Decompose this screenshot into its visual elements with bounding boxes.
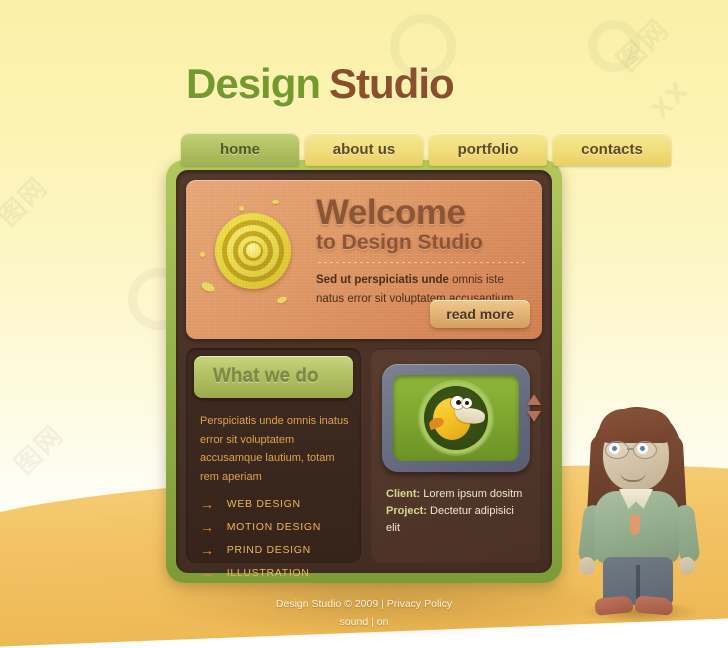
nav-tab-about-us[interactable]: about us bbox=[305, 133, 423, 166]
service-item-prind-design[interactable]: → PRIND DESIGN bbox=[200, 543, 353, 557]
showcase-meta: Client: Lorem ipsum dositm Project: Dect… bbox=[382, 486, 530, 537]
nav-tab-portfolio[interactable]: portfolio bbox=[429, 133, 547, 166]
service-label: WEB DESIGN bbox=[226, 497, 301, 510]
service-label: MOTION DESIGN bbox=[226, 520, 321, 533]
main-navigation: home about us portfolio contacts bbox=[181, 133, 671, 166]
character-sweater-logo bbox=[630, 515, 640, 535]
footer-copyright[interactable]: Design Studio © 2009 | Privacy Policy bbox=[0, 595, 728, 613]
arrow-right-icon: → bbox=[200, 564, 215, 581]
nav-tab-contacts[interactable]: contacts bbox=[553, 133, 671, 166]
glasses-lens-left bbox=[605, 441, 629, 459]
content-frame: Welcome to Design Studio Sed ut perspici… bbox=[166, 160, 562, 583]
welcome-heading-line1: Welcome bbox=[316, 193, 466, 232]
lower-row: What we do Perspiciatis unde omnis inatu… bbox=[186, 348, 542, 580]
showcase-client-row: Client: Lorem ipsum dositm bbox=[386, 486, 530, 503]
page-footer: Design Studio © 2009 | Privacy Policy so… bbox=[0, 595, 728, 632]
spiral-icon bbox=[199, 213, 291, 305]
read-more-button[interactable]: read more bbox=[430, 300, 530, 328]
tv-frame bbox=[382, 364, 541, 472]
project-label: Project: bbox=[386, 505, 427, 518]
watermark-spiral-4 bbox=[588, 20, 640, 72]
service-item-motion-design[interactable]: → MOTION DESIGN bbox=[200, 520, 353, 534]
character-hand-right bbox=[679, 557, 695, 575]
client-label: Client: bbox=[386, 488, 421, 500]
site-title-design: Design bbox=[186, 60, 321, 107]
crumb-decoration-2 bbox=[272, 200, 279, 204]
glasses-icon bbox=[600, 441, 672, 459]
content-frame-inner: Welcome to Design Studio Sed ut perspici… bbox=[176, 170, 552, 580]
glasses-lens-right bbox=[633, 441, 657, 459]
service-item-illustration[interactable]: → ILLUSTRATION bbox=[200, 566, 353, 580]
tv-screen bbox=[393, 375, 519, 461]
character-hand-left bbox=[579, 557, 595, 575]
crumb-decoration-3 bbox=[200, 252, 205, 257]
arrow-right-icon: → bbox=[200, 541, 215, 558]
arrow-right-icon: → bbox=[200, 495, 215, 512]
character-hair-top bbox=[599, 409, 673, 443]
site-title: Design Studio bbox=[186, 60, 455, 107]
showcase-project-row: Project: Dectetur adipisici elit bbox=[386, 503, 530, 537]
watermark-text-2: XX bbox=[646, 75, 695, 125]
what-we-do-heading: What we do bbox=[194, 356, 353, 398]
arrow-right-icon: → bbox=[200, 518, 215, 535]
watermark-spiral-3 bbox=[108, 518, 170, 580]
showcase-panel: Client: Lorem ipsum dositm Project: Dect… bbox=[370, 348, 542, 563]
bird-eye-right bbox=[462, 398, 472, 408]
tv-controls bbox=[527, 394, 541, 422]
service-label: ILLUSTRATION bbox=[226, 566, 310, 579]
service-label: PRIND DESIGN bbox=[226, 543, 311, 556]
what-we-do-panel: What we do Perspiciatis unde omnis inatu… bbox=[186, 348, 361, 580]
watermark-text-4: 图网 bbox=[9, 419, 71, 481]
scroll-down-icon[interactable] bbox=[527, 411, 541, 422]
welcome-heading-line2: to Design Studio bbox=[316, 230, 483, 254]
client-value: Lorem ipsum dositm bbox=[423, 488, 523, 500]
footer-sound-toggle[interactable]: sound | on bbox=[0, 613, 728, 631]
what-we-do-paragraph: Perspiciatis unde omnis inatus error sit… bbox=[200, 415, 349, 484]
mascot-character bbox=[573, 405, 705, 623]
welcome-panel: Welcome to Design Studio Sed ut perspici… bbox=[186, 180, 542, 339]
scroll-up-icon[interactable] bbox=[527, 394, 541, 405]
bird-illustration bbox=[424, 386, 488, 450]
crumb-decoration-1 bbox=[239, 206, 244, 211]
welcome-body: Welcome to Design Studio Sed ut perspici… bbox=[316, 193, 530, 309]
site-title-studio: Studio bbox=[329, 60, 455, 107]
watermark-text-1: 图网 bbox=[610, 12, 676, 78]
nav-tab-home[interactable]: home bbox=[181, 133, 299, 166]
welcome-divider bbox=[318, 262, 528, 264]
service-item-web-design[interactable]: → WEB DESIGN bbox=[200, 497, 353, 511]
watermark-text-3: 图网 bbox=[0, 171, 55, 233]
services-list: → WEB DESIGN → MOTION DESIGN → PRIND DES… bbox=[194, 497, 353, 580]
welcome-lead-bold: Sed ut perspiciatis unde bbox=[316, 274, 449, 287]
